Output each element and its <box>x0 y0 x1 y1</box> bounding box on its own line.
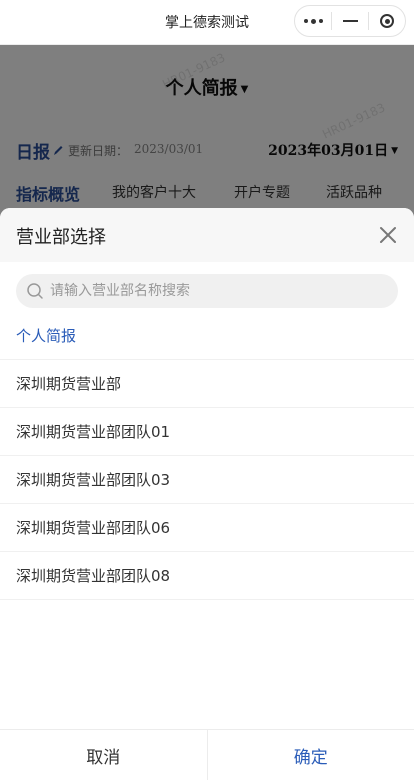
app-root: HR01-9183 HR01-9183 个人简报▼ 日报 更新日期： 2023/… <box>0 0 414 780</box>
more-dots-icon <box>303 18 323 24</box>
confirm-button[interactable]: 确定 <box>208 730 414 780</box>
branch-option[interactable]: 深圳期货营业部 <box>0 360 414 408</box>
branch-option[interactable]: 深圳期货营业部团队06 <box>0 504 414 552</box>
branch-option[interactable]: 个人简报 <box>0 312 414 360</box>
branch-option[interactable]: 深圳期货营业部团队01 <box>0 408 414 456</box>
capsule-menu <box>294 5 406 37</box>
minimize-icon <box>342 20 358 22</box>
exit-button[interactable] <box>369 6 405 36</box>
navbar: 掌上德索测试 <box>0 0 414 45</box>
branch-option-list: 个人简报 深圳期货营业部 深圳期货营业部团队01 深圳期货营业部团队03 深圳期… <box>0 312 414 600</box>
more-button[interactable] <box>295 6 331 36</box>
cancel-button[interactable]: 取消 <box>0 730 208 780</box>
branch-option[interactable]: 深圳期货营业部团队08 <box>0 552 414 600</box>
search-input[interactable] <box>50 274 380 308</box>
search-icon <box>27 283 43 299</box>
minimize-button[interactable] <box>332 6 368 36</box>
search-box <box>16 274 398 308</box>
sheet-header: 营业部选择 <box>0 208 414 262</box>
close-icon[interactable] <box>374 221 402 249</box>
sheet-footer: 取消 确定 <box>0 729 414 780</box>
branch-select-sheet: 营业部选择 个人简报 深圳期货营业部 深圳期货营业部团队01 深圳期货营业部团队… <box>0 208 414 780</box>
sheet-title: 营业部选择 <box>16 227 106 248</box>
target-close-icon <box>380 14 394 28</box>
branch-option[interactable]: 深圳期货营业部团队03 <box>0 456 414 504</box>
